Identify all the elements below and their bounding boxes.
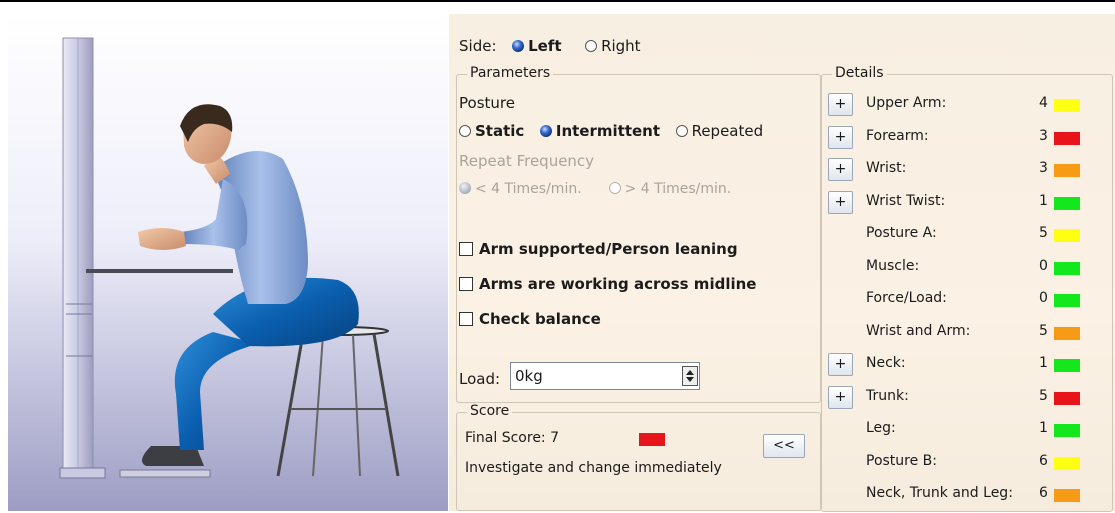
final-score-color-swatch xyxy=(639,433,665,446)
checkbox-icon xyxy=(459,277,473,291)
arm-supported-checkbox[interactable]: Arm supported/Person leaning xyxy=(459,240,738,258)
collapse-details-button[interactable]: << xyxy=(763,434,805,458)
detail-color-swatch xyxy=(1054,359,1080,372)
rula-analysis-panel: Side: Left Right Parameters Posture Stat… xyxy=(449,14,1115,512)
spin-up-icon xyxy=(686,370,694,375)
detail-label: Trunk: xyxy=(866,387,909,404)
detail-color-swatch xyxy=(1054,456,1080,470)
posture-options: Static Intermittent Repeated xyxy=(459,122,763,140)
checkbox-icon xyxy=(459,242,473,256)
final-score-label: Final Score: 7 xyxy=(465,430,560,446)
check-balance-checkbox[interactable]: Check balance xyxy=(459,310,601,328)
expand-button[interactable]: + xyxy=(828,190,853,214)
details-legend: Details xyxy=(832,65,887,81)
detail-label: Upper Arm: xyxy=(866,95,947,111)
side-right-radio[interactable]: Right xyxy=(585,37,641,55)
detail-color-swatch xyxy=(1054,196,1080,210)
posture-label: Posture xyxy=(459,94,515,112)
detail-color-swatch xyxy=(1054,229,1080,242)
detail-score: 5 xyxy=(1039,322,1048,339)
detail-color-swatch xyxy=(1054,164,1080,177)
detail-score: 3 xyxy=(1039,127,1048,144)
repeat-frequency-options: < 4 Times/min. > 4 Times/min. xyxy=(459,181,731,197)
load-label: Load: xyxy=(459,370,501,388)
radio-icon xyxy=(608,182,621,194)
posture-intermittent-radio[interactable]: Intermittent xyxy=(539,122,660,140)
load-spinner[interactable] xyxy=(682,366,698,386)
radio-icon xyxy=(459,125,471,137)
detail-score: 5 xyxy=(1039,225,1048,241)
radio-icon xyxy=(675,125,688,137)
detail-color-swatch xyxy=(1054,489,1080,502)
repeat-frequency-label: Repeat Frequency xyxy=(459,152,595,170)
side-selector: Side: Left Right xyxy=(459,37,641,55)
posture-repeated-radio[interactable]: Repeated xyxy=(675,122,763,140)
score-message: Investigate and change immediately xyxy=(465,460,722,476)
detail-color-swatch xyxy=(1054,424,1080,437)
detail-score: 1 xyxy=(1039,355,1048,371)
detail-score: 0 xyxy=(1039,257,1048,274)
detail-color-swatch xyxy=(1054,131,1080,145)
load-input[interactable]: 0kg xyxy=(510,362,700,390)
top-border xyxy=(0,0,1115,2)
detail-label: Forearm: xyxy=(866,127,929,144)
detail-color-swatch xyxy=(1054,99,1080,112)
radio-selected-icon xyxy=(539,125,552,137)
score-legend: Score xyxy=(467,403,513,419)
detail-color-swatch xyxy=(1054,391,1080,405)
expand-button[interactable]: + xyxy=(828,353,853,376)
detail-score: 5 xyxy=(1039,387,1048,404)
detail-label: Wrist and Arm: xyxy=(866,322,971,339)
manikin-scene xyxy=(59,37,400,479)
detail-color-swatch xyxy=(1054,294,1080,307)
expand-button[interactable]: + xyxy=(828,158,853,181)
detail-label: Neck: xyxy=(866,355,906,371)
spin-down-icon xyxy=(686,377,694,382)
detail-score: 4 xyxy=(1039,95,1048,111)
radio-icon xyxy=(585,40,598,52)
arms-midline-checkbox[interactable]: Arms are working across midline xyxy=(459,275,756,293)
detail-score: 1 xyxy=(1039,192,1048,209)
detail-label: Posture B: xyxy=(866,452,937,469)
manikin-viewport[interactable] xyxy=(8,14,448,511)
repeat-more-radio[interactable]: > 4 Times/min. xyxy=(608,181,731,197)
detail-score: 3 xyxy=(1039,160,1048,176)
parameters-legend: Parameters xyxy=(467,65,554,81)
radio-selected-icon xyxy=(512,40,525,52)
detail-score: 0 xyxy=(1039,290,1048,306)
detail-label: Posture A: xyxy=(866,225,937,241)
detail-label: Wrist: xyxy=(866,160,907,176)
detail-label: Neck, Trunk and Leg: xyxy=(866,485,1013,501)
posture-static-radio[interactable]: Static xyxy=(459,122,524,140)
side-label: Side: xyxy=(459,37,497,55)
detail-label: Leg: xyxy=(866,420,896,436)
detail-label: Wrist Twist: xyxy=(866,192,946,209)
detail-score: 6 xyxy=(1039,452,1048,469)
side-left-radio[interactable]: Left xyxy=(512,37,562,55)
expand-button[interactable]: + xyxy=(828,125,853,149)
expand-button[interactable]: + xyxy=(828,385,853,409)
checkbox-icon xyxy=(459,312,473,326)
repeat-less-radio[interactable]: < 4 Times/min. xyxy=(459,181,582,197)
expand-button[interactable]: + xyxy=(828,93,853,116)
radio-selected-icon xyxy=(459,182,471,194)
detail-color-swatch xyxy=(1054,261,1080,275)
detail-score: 1 xyxy=(1039,420,1048,436)
detail-color-swatch xyxy=(1054,326,1080,340)
detail-score: 6 xyxy=(1039,485,1048,501)
detail-label: Force/Load: xyxy=(866,290,947,306)
detail-label: Muscle: xyxy=(866,257,920,274)
